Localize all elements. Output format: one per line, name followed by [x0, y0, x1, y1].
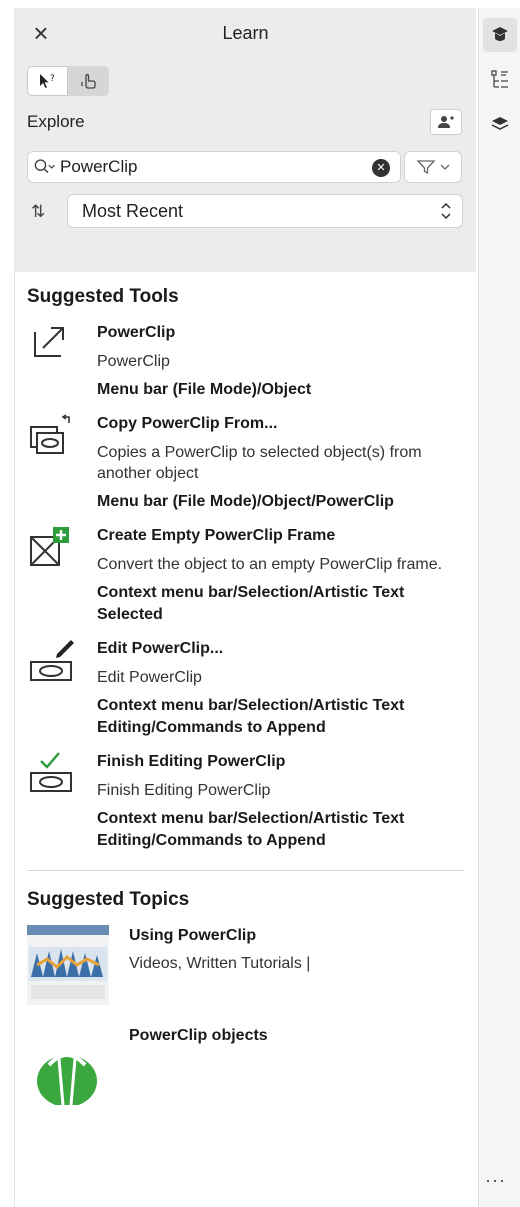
tool-description: Convert the object to an empty PowerClip…	[97, 556, 443, 573]
topic-item[interactable]: PowerClip objects	[27, 1025, 464, 1105]
chevron-down-icon	[440, 164, 450, 170]
edit-powerclip-icon	[30, 640, 74, 681]
suggested-topics-heading: Suggested Topics	[27, 889, 190, 910]
tool-name: PowerClip	[97, 324, 176, 341]
filter-button[interactable]	[404, 151, 462, 183]
user-settings-icon	[438, 116, 454, 128]
tool-path: Context menu bar/Selection/Artistic Text…	[97, 810, 405, 849]
objects-icon	[491, 117, 509, 130]
tool-description: PowerClip	[97, 353, 170, 370]
topic-meta: Videos, Written Tutorials |	[129, 955, 311, 972]
topic-title[interactable]: PowerClip objects	[129, 1025, 268, 1047]
results-content: Suggested Tools PowerClip PowerClip Menu…	[15, 286, 476, 1105]
tool-path: Context menu bar/Selection/Artistic Text…	[97, 697, 405, 736]
profile-button[interactable]	[430, 109, 462, 135]
learn-icon	[492, 27, 508, 41]
tool-description: Finish Editing PowerClip	[97, 782, 271, 799]
tool-description: Edit PowerClip	[97, 669, 202, 686]
sort-select[interactable]: Most Recent	[67, 194, 463, 228]
tool-name: Copy PowerClip From...	[97, 415, 278, 432]
panel-header: × Learn	[15, 8, 476, 60]
tool-name: Finish Editing PowerClip	[97, 753, 286, 770]
topic-thumbnail	[27, 925, 109, 1005]
whats-this-icon: ?	[39, 74, 55, 88]
finish-powerclip-icon	[30, 752, 72, 792]
tool-item[interactable]: Finish Editing PowerClip Finish Editing …	[27, 751, 464, 852]
topic-thumbnail	[37, 1053, 97, 1105]
tool-item[interactable]: Edit PowerClip... Edit PowerClip Context…	[27, 638, 464, 739]
whats-this-button[interactable]: ?	[27, 66, 68, 96]
tool-item[interactable]: Create Empty PowerClip Frame Convert the…	[27, 525, 464, 626]
tool-name: Edit PowerClip...	[97, 640, 224, 657]
topic-item[interactable]: Using PowerClip Videos, Written Tutorial…	[27, 925, 464, 1005]
tool-description: Copies a PowerClip to selected object(s)…	[97, 444, 422, 482]
tool-name: Create Empty PowerClip Frame	[97, 527, 336, 544]
updown-chevron-icon	[441, 202, 451, 220]
clear-search-button[interactable]: ✕	[372, 159, 390, 177]
explore-controls: ? Explore PowerClip ✕ ⇅ Most Recent	[15, 60, 476, 272]
filter-icon	[416, 160, 436, 175]
hand-icon	[80, 73, 96, 89]
tool-item[interactable]: Copy PowerClip From... Copies a PowerCli…	[27, 413, 464, 513]
hand-mode-button[interactable]	[68, 66, 109, 96]
more-options-icon[interactable]: ···	[485, 1170, 506, 1191]
panel-title: Learn	[222, 23, 269, 43]
sort-selected-value: Most Recent	[82, 200, 184, 221]
explore-label: Explore	[27, 112, 85, 131]
copy-powerclip-icon	[30, 414, 70, 454]
learn-tab[interactable]	[483, 18, 517, 52]
sort-order-icon[interactable]: ⇅	[31, 202, 45, 222]
empty-frame-icon	[30, 527, 69, 566]
search-icon[interactable]	[34, 158, 60, 176]
tool-path: Context menu bar/Selection/Artistic Text…	[97, 584, 405, 623]
search-input[interactable]	[60, 157, 360, 177]
powerclip-icon	[34, 327, 64, 357]
learn-panel: × Learn ? Explore PowerClip ✕ ⇅ Most Rec…	[14, 8, 476, 1207]
objects-tab[interactable]	[483, 106, 517, 140]
svg-text:?: ?	[50, 74, 55, 84]
tool-path: Menu bar (File Mode)/Object	[97, 381, 312, 398]
properties-tab[interactable]	[483, 62, 517, 96]
search-field[interactable]: ✕	[27, 151, 401, 183]
suggested-tools-heading: Suggested Tools	[27, 286, 179, 307]
section-divider	[27, 870, 464, 871]
tool-item[interactable]: PowerClip PowerClip Menu bar (File Mode)…	[27, 322, 464, 401]
docker-rail: ···	[478, 8, 520, 1207]
mode-toggle: ?	[27, 66, 109, 96]
properties-icon	[491, 70, 508, 88]
tool-path: Menu bar (File Mode)/Object/PowerClip	[97, 493, 394, 510]
topic-title[interactable]: Using PowerClip	[129, 925, 310, 947]
